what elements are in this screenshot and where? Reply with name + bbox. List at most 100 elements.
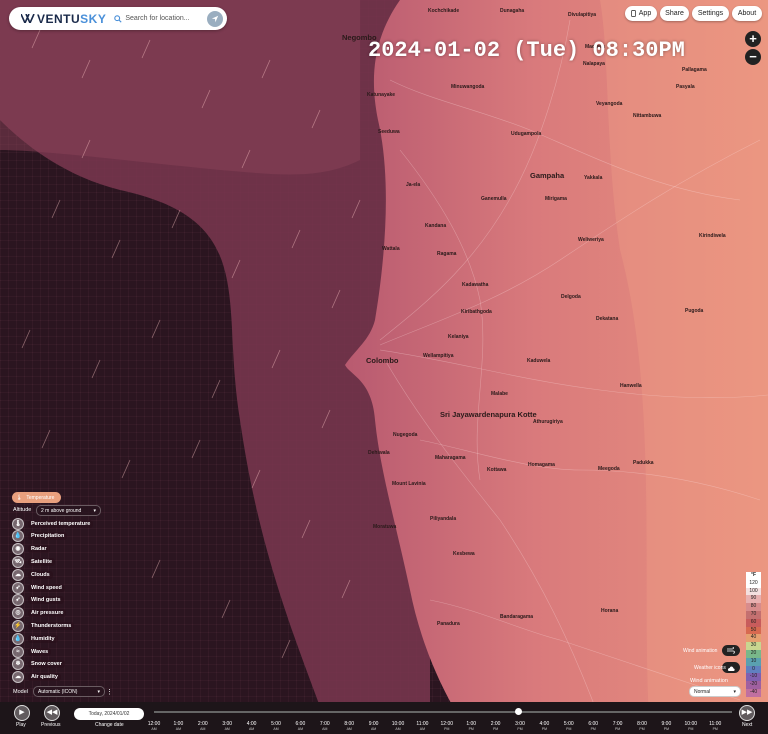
time-slider[interactable] [154,708,732,715]
ventusky-logo[interactable]: VENTU SKY [21,12,106,26]
timeline-hour[interactable]: 6:00 AM [290,721,310,731]
timeline-hour[interactable]: 12:00 PM [437,721,457,731]
layer-item[interactable]: ◉ Radar [12,543,50,556]
place-label[interactable]: Horana [601,608,618,614]
timeline-hour[interactable]: 3:00 PM [510,721,530,731]
model-info-icon[interactable]: ⋮ [106,688,113,696]
place-label[interactable]: Kandana [425,223,446,229]
place-label[interactable]: Homagama [528,462,555,468]
zoom-out-button[interactable]: − [745,49,761,65]
time-slider-handle[interactable] [514,708,522,715]
place-label[interactable]: Weliweriya [578,237,604,243]
place-label[interactable]: Seeduwa [378,129,400,135]
place-label[interactable]: Gampaha [530,171,564,180]
place-label[interactable]: Meegoda [598,466,620,472]
place-label[interactable]: Udugampola [511,131,541,137]
zoom-in-button[interactable]: + [745,31,761,47]
place-label[interactable]: Dehiwala [368,450,390,456]
timeline-hour[interactable]: 5:00 AM [266,721,286,731]
place-label[interactable]: Yakkala [584,175,602,181]
place-label[interactable]: Malabe [491,391,508,397]
place-label[interactable]: Panadura [437,621,460,627]
place-label[interactable]: Moratuwa [373,524,396,530]
about-button[interactable]: About [732,6,762,21]
timeline-hour[interactable]: 6:00 PM [583,721,603,731]
settings-button[interactable]: Settings [692,6,729,21]
next-button[interactable]: ▶▶ [739,705,755,721]
timeline-hour[interactable]: 4:00 PM [534,721,554,731]
timeline-hour[interactable]: 1:00 AM [168,721,188,731]
timeline-hour[interactable]: 10:00 AM [388,721,408,731]
place-label[interactable]: Kottawa [487,467,506,473]
place-label[interactable]: Minuwangoda [451,84,484,90]
place-label[interactable]: Kaduwela [527,358,550,364]
timeline-hour[interactable]: 9:00 PM [656,721,676,731]
locate-button[interactable] [207,10,223,27]
model-select[interactable]: Automatic (ICON) ▾ [33,686,105,697]
timeline-hour[interactable]: 10:00 PM [681,721,701,731]
timeline-hour[interactable]: 12:00 AM [144,721,164,731]
place-label[interactable]: Veyangoda [596,101,622,107]
place-label[interactable]: Dekatana [596,316,618,322]
layer-item[interactable]: ⚡ Thunderstorms [12,619,75,632]
place-label[interactable]: Piliyandala [430,516,456,522]
layer-temperature-button[interactable]: 🌡 Temperature [12,492,62,503]
place-label[interactable]: Ja-ela [406,182,420,188]
place-label[interactable]: Katunayake [367,92,395,98]
layer-item[interactable]: ☁ Air quality [12,671,61,684]
layer-item[interactable]: ➶ Wind speed [12,581,65,594]
weather-map[interactable] [0,0,768,734]
share-button[interactable]: Share [660,6,689,21]
place-label[interactable]: Hanwella [620,383,642,389]
place-label[interactable]: Athurugiriya [533,419,563,425]
place-label[interactable]: Pugoda [685,308,703,314]
place-label[interactable]: Kirindiwela [699,233,726,239]
timeline-hour[interactable]: 3:00 AM [217,721,237,731]
place-label[interactable]: Dunagaha [500,8,524,14]
previous-button[interactable]: ◀◀ [44,705,60,721]
timeline-hour[interactable]: 5:00 PM [559,721,579,731]
place-label[interactable]: Nugegoda [393,432,417,438]
layer-item[interactable]: ➶ Wind gusts [12,594,64,607]
place-label[interactable]: Kadawatha [462,282,488,288]
layer-item[interactable]: 💧 Humidity [12,632,58,645]
altitude-select[interactable]: 2 m above ground ▾ [36,505,101,516]
play-button[interactable]: ▶ [14,705,30,721]
timeline-hour[interactable]: 11:00 AM [412,721,432,731]
app-button[interactable]: App [625,6,657,21]
place-label[interactable]: Padukka [633,460,654,466]
layer-item[interactable]: 💧 Precipitation [12,530,68,543]
temperature-legend[interactable]: °F 120 100 90 80 70 60 50 40 30 20 10 0 -10 -20 -40 [746,572,761,697]
place-label[interactable]: Ganemulla [481,196,507,202]
timeline-hour[interactable]: 4:00 AM [242,721,262,731]
place-label[interactable]: Divulapitiya [568,12,596,18]
place-label[interactable]: Mirigama [545,196,567,202]
timeline-hour[interactable]: 2:00 PM [486,721,506,731]
place-label[interactable]: Ragama [437,251,456,257]
search-input[interactable]: Search for location... [125,15,207,22]
timeline-hour[interactable]: 7:00 PM [608,721,628,731]
timeline-hour[interactable]: 7:00 AM [315,721,335,731]
date-picker-button[interactable]: Today, 2024/01/02 [74,708,144,720]
layer-item[interactable]: ❄ Snow cover [12,658,65,671]
place-label[interactable]: Maharagama [435,455,466,461]
place-label[interactable]: Kesbewa [453,551,475,557]
timeline-hour[interactable]: 9:00 AM [364,721,384,731]
place-label[interactable]: Sri Jayawardenapura Kotte [440,410,537,419]
place-label[interactable]: Wattala [382,246,400,252]
place-label[interactable]: Mount Lavinia [392,481,426,487]
layer-item[interactable]: ◎ Air pressure [12,607,67,620]
wind-animation-toggle[interactable] [722,645,740,656]
timeline-hour[interactable]: 11:00 PM [705,721,725,731]
timeline-hour[interactable]: 8:00 AM [339,721,359,731]
layer-item[interactable]: 🌡 Perceived temperature [12,517,94,530]
place-label[interactable]: Kelaniya [448,334,469,340]
place-label[interactable]: Wellampitiya [423,353,453,359]
place-label[interactable]: Pasyala [676,84,695,90]
place-label[interactable]: Kiribathgoda [461,309,492,315]
place-label[interactable]: Colombo [366,356,399,365]
layer-item[interactable]: ☁ Clouds [12,568,53,581]
timeline-hour[interactable]: 1:00 PM [461,721,481,731]
place-label[interactable]: Bandaragama [500,614,533,620]
place-label[interactable]: Nittambuwa [633,113,661,119]
